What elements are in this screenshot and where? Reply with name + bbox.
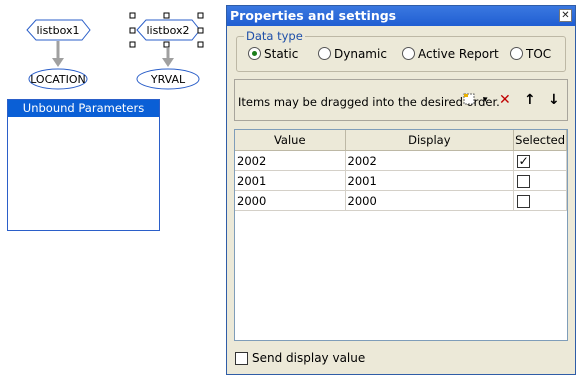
value-cell[interactable]: 2002 xyxy=(235,150,346,171)
table-row[interactable]: 2002 2002 ✓ xyxy=(235,150,567,171)
connector-arrow xyxy=(52,58,64,67)
radio-static[interactable]: Static xyxy=(248,46,298,62)
radio-toc[interactable]: TOC xyxy=(510,46,551,62)
move-down-icon[interactable]: ↓ xyxy=(548,92,560,108)
selected-checkbox[interactable] xyxy=(517,174,531,188)
dropdown-arrow-icon[interactable]: ▾ xyxy=(483,92,488,108)
listbox2-label: listbox2 xyxy=(146,24,189,37)
column-header-value[interactable]: Value xyxy=(235,130,346,151)
new-item-icon[interactable] xyxy=(463,93,475,109)
delete-icon[interactable]: ✕ xyxy=(499,92,511,108)
close-icon: ✕ xyxy=(561,10,570,21)
data-type-label: Data type xyxy=(244,29,305,43)
selected-cell[interactable] xyxy=(513,190,567,211)
send-display-option[interactable]: Send display value xyxy=(235,351,365,365)
location-param-label: LOCATION xyxy=(30,73,86,86)
listbox1-label: listbox1 xyxy=(36,24,79,37)
radio-active-report-indicator[interactable] xyxy=(402,47,415,60)
table-header-row: Value Display Selected xyxy=(235,130,567,151)
selected-cell[interactable] xyxy=(513,170,567,191)
radio-dynamic-label: Dynamic xyxy=(334,47,387,61)
drag-hint-text: Items may be dragged into the desired or… xyxy=(238,95,500,109)
column-header-display[interactable]: Display xyxy=(345,130,515,151)
unbound-parameters-panel[interactable]: Unbound Parameters xyxy=(7,99,160,231)
values-table[interactable]: Value Display Selected 2002 2002 ✓ 2001 … xyxy=(234,129,568,341)
display-cell[interactable]: 2001 xyxy=(345,170,515,191)
radio-toc-label: TOC xyxy=(526,47,552,61)
dialog-titlebar[interactable]: Properties and settings ✕ xyxy=(227,6,575,26)
column-header-selected[interactable]: Selected xyxy=(513,130,567,151)
list-toolbar: Items may be dragged into the desired or… xyxy=(234,79,568,121)
value-cell[interactable]: 2001 xyxy=(235,170,346,191)
send-display-checkbox[interactable] xyxy=(235,352,248,365)
selected-cell[interactable]: ✓ xyxy=(513,150,567,171)
radio-toc-indicator[interactable] xyxy=(510,47,523,60)
radio-dynamic-indicator[interactable] xyxy=(318,47,331,60)
table-row[interactable]: 2000 2000 xyxy=(235,190,567,211)
data-type-group: Data type Static Dynamic Active Report T… xyxy=(236,29,566,72)
unbound-parameters-title: Unbound Parameters xyxy=(8,100,159,117)
close-button[interactable]: ✕ xyxy=(559,9,572,22)
radio-active-report[interactable]: Active Report xyxy=(402,46,499,62)
dialog-title: Properties and settings xyxy=(230,8,397,23)
selected-checkbox[interactable] xyxy=(517,194,531,208)
table-row[interactable]: 2001 2001 xyxy=(235,170,567,191)
radio-static-label: Static xyxy=(264,47,299,61)
move-up-icon[interactable]: ↑ xyxy=(524,92,536,108)
radio-dynamic[interactable]: Dynamic xyxy=(318,46,387,62)
display-cell[interactable]: 2000 xyxy=(345,190,515,211)
yrval-param-label: YRVAL xyxy=(150,73,186,86)
radio-static-indicator[interactable] xyxy=(248,47,261,60)
connector-arrow xyxy=(162,58,174,67)
radio-active-report-label: Active Report xyxy=(418,47,499,61)
selected-checkbox[interactable]: ✓ xyxy=(517,154,531,168)
parameter-diagram: listbox1 LOCATION listbox2 YRVAL xyxy=(26,12,204,90)
value-cell[interactable]: 2000 xyxy=(235,190,346,211)
send-display-label: Send display value xyxy=(252,351,366,365)
properties-dialog: Properties and settings ✕ Data type Stat… xyxy=(226,5,576,375)
display-cell[interactable]: 2002 xyxy=(345,150,515,171)
